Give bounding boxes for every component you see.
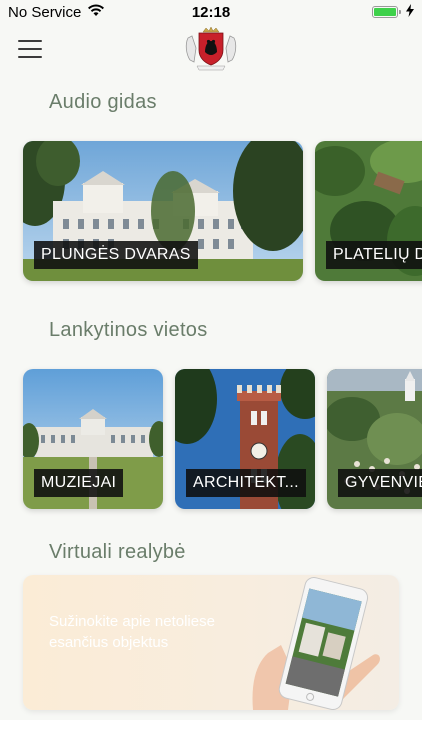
place-card-label: ARCHITEKT...	[186, 469, 306, 497]
section-title-vr: Virtuali realybė	[49, 541, 186, 563]
place-card-settlements[interactable]: GYVENVIET	[327, 369, 422, 509]
status-bar: No Service 12:18	[0, 0, 422, 24]
vr-banner-text: Sužinokite apie netoliese esančius objek…	[49, 613, 215, 651]
place-card-museums[interactable]: MUZIEJAI	[23, 369, 163, 509]
place-card-label: MUZIEJAI	[34, 469, 124, 497]
audio-card-label: PLUNGĖS DVARAS	[34, 241, 198, 269]
phone-in-hand-illustration	[252, 577, 380, 710]
bottom-safe-area	[0, 720, 422, 750]
place-card-architecture[interactable]: ARCHITEKT...	[175, 369, 315, 509]
clock: 12:18	[191, 3, 231, 21]
battery-icon	[372, 6, 401, 18]
vr-banner-card[interactable]: Sužinokite apie netoliese esančius objek…	[23, 575, 399, 710]
audio-card-label: PLATELIŲ D	[326, 241, 422, 269]
place-card-label: GYVENVIET	[338, 469, 422, 497]
audio-card-plunge-manor[interactable]: PLUNGĖS DVARAS	[23, 141, 303, 281]
carrier-label: No Service	[8, 3, 82, 21]
plunge-coat-of-arms-logo[interactable]	[182, 26, 240, 72]
section-title-places: Lankytinos vietos	[49, 319, 208, 341]
section-title-audio: Audio gidas	[49, 91, 157, 113]
audio-card-plateliai-manor[interactable]: PLATELIŲ D	[315, 141, 422, 281]
charging-bolt-icon	[406, 3, 414, 21]
wifi-icon	[87, 3, 105, 21]
hamburger-menu-icon[interactable]	[18, 40, 42, 58]
app-header	[0, 24, 422, 74]
